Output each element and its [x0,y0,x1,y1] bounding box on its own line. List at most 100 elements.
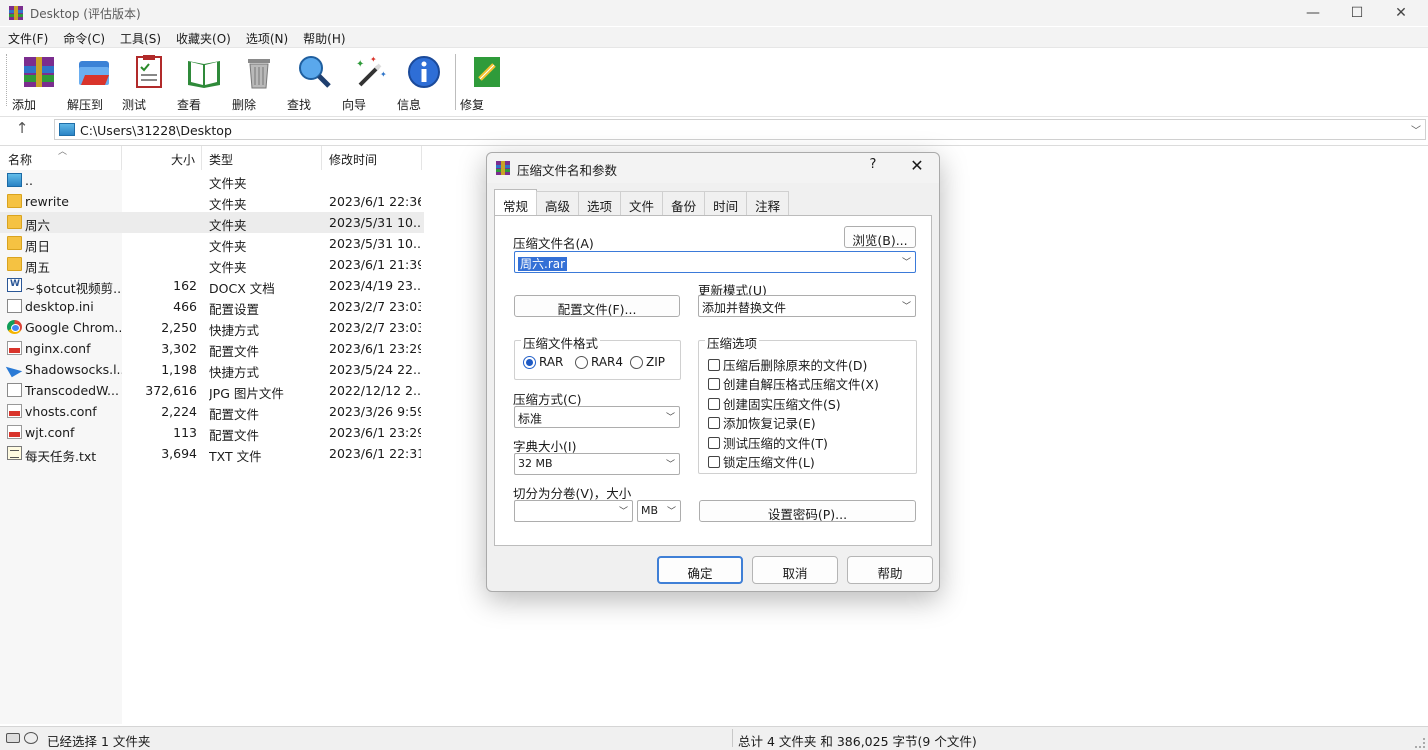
file-name: rewrite [25,194,69,209]
dictionary-size-select[interactable]: 32 MB ﹀ [514,453,680,475]
column-header-modified[interactable]: 修改时间 [322,146,422,170]
help-icon[interactable]: ? [863,157,883,179]
resize-grip[interactable] [1415,738,1425,748]
chevron-down-icon[interactable]: ﹀ [666,457,675,470]
tab-time[interactable]: 时间 [704,191,748,215]
file-row[interactable]: 周日 文件夹 2023/5/31 10... [0,233,424,254]
update-mode-select[interactable]: 添加并替换文件 ﹀ [698,295,916,317]
recovery-record-checkbox[interactable]: 添加恢复记录(E) [708,413,816,432]
sfx-checkbox[interactable]: 创建自解压格式压缩文件(X) [708,374,879,393]
chevron-down-icon[interactable]: ﹀ [666,410,675,423]
format-rar-label: RAR [539,355,564,369]
find-button[interactable]: 查找 [287,53,341,113]
lock-archive-checkbox[interactable]: 锁定压缩文件(L) [708,452,815,471]
file-row[interactable]: vhosts.conf 2,224 配置文件 2023/3/26 9:59 [0,401,424,422]
help-button[interactable]: 帮助 [847,556,933,584]
txt-file-icon [7,446,22,460]
file-modified: 2023/6/1 22:31 [329,446,421,461]
tab-options[interactable]: 选项 [578,191,622,215]
cancel-button[interactable]: 取消 [752,556,838,584]
column-header-type[interactable]: 类型 [202,146,322,170]
chevron-down-icon[interactable]: ﹀ [619,504,628,517]
compression-method-select[interactable]: 标准 ﹀ [514,406,680,428]
trash-icon [248,59,270,89]
close-button[interactable]: ✕ [1378,0,1424,26]
wizard-button[interactable]: ✦ ✦ ✦ 向导 [342,53,396,113]
dialog-close-icon[interactable]: ✕ [905,156,929,178]
drive-icon[interactable] [6,733,20,743]
tab-backup[interactable]: 备份 [662,191,706,215]
test-files-label: 测试压缩的文件(T) [723,436,828,451]
file-row[interactable]: 每天任务.txt 3,694 TXT 文件 2023/6/1 22:31 [0,443,424,464]
status-bar: 已经选择 1 文件夹 总计 4 文件夹 和 386,025 字节(9 个文件) [0,726,1428,750]
key-icon[interactable] [24,732,38,744]
ok-button[interactable]: 确定 [657,556,743,584]
file-modified: 2023/6/1 23:29 [329,425,421,440]
file-row[interactable]: wjt.conf 113 配置文件 2023/6/1 23:29 [0,422,424,443]
file-modified: 2023/6/1 23:29 [329,341,421,356]
chevron-down-icon[interactable]: ﹀ [902,255,911,268]
file-row[interactable]: TranscodedW... 372,616 JPG 图片文件 2022/12/… [0,380,424,401]
column-header-name[interactable]: 名称 ︿ [0,146,122,170]
file-type: TXT 文件 [209,449,262,464]
column-header-size[interactable]: 大小 [122,146,202,170]
file-modified: 2023/5/31 10... [329,215,421,230]
format-rar4-radio[interactable]: RAR4 [575,355,623,369]
browse-button[interactable]: 浏览(B)... [844,226,916,248]
extract-to-button[interactable]: 解压到 [67,53,121,113]
add-button[interactable]: 添加 [12,53,66,113]
split-size-input[interactable]: ﹀ [514,500,633,522]
file-name: 周六 [25,218,51,233]
chevron-down-icon[interactable]: ﹀ [1411,122,1421,137]
menu-options[interactable]: 选项(N) [238,27,295,47]
minimize-button[interactable]: — [1290,0,1336,26]
test-button[interactable]: 测试 [122,53,176,113]
set-password-button[interactable]: 设置密码(P)... [699,500,916,522]
menu-help[interactable]: 帮助(H) [295,27,352,47]
tab-general[interactable]: 常规 [494,189,538,215]
tab-comment[interactable]: 注释 [746,191,790,215]
toolbar: 添加 解压到 测试 查看 删除 查找 ✦ ✦ ✦ 向导 信息 修复 [0,47,1428,115]
archive-name-input[interactable]: 周六.rar ﹀ [514,251,916,273]
test-files-checkbox[interactable]: 测试压缩的文件(T) [708,433,828,452]
file-row[interactable]: .. 文件夹 [0,170,424,191]
svg-text:✦: ✦ [370,55,377,64]
repair-button[interactable]: 修复 [460,53,514,113]
archive-format-label: 压缩文件格式 [521,333,601,352]
menu-commands[interactable]: 命令(C) [55,27,112,47]
file-row[interactable]: rewrite 文件夹 2023/6/1 22:36 [0,191,424,212]
menu-tools[interactable]: 工具(S) [112,27,168,47]
toolbar-grip[interactable] [6,54,9,106]
file-row[interactable]: 周五 文件夹 2023/6/1 21:39 [0,254,424,275]
menu-favorites[interactable]: 收藏夹(O) [168,27,238,47]
tab-files[interactable]: 文件 [620,191,664,215]
format-zip-radio[interactable]: ZIP [630,355,665,369]
file-row[interactable]: ~$otcut视频剪... 162 DOCX 文档 2023/4/19 23..… [0,275,424,296]
file-row-selected[interactable]: 周六 文件夹 2023/5/31 10... [0,212,424,233]
format-rar-radio[interactable]: RAR [523,355,563,369]
path-combobox[interactable]: C:\Users\31228\Desktop ﹀ [54,119,1426,140]
find-label: 查找 [287,98,312,112]
file-row[interactable]: Google Chrom... 2,250 快捷方式 2023/2/7 23:0… [0,317,424,338]
solid-checkbox[interactable]: 创建固实压缩文件(S) [708,394,841,413]
file-row[interactable]: Shadowsocks.l... 1,198 快捷方式 2023/5/24 22… [0,359,424,380]
info-button[interactable]: 信息 [397,53,451,113]
maximize-button[interactable]: ☐ [1334,0,1380,26]
folder-icon [7,215,22,229]
view-button[interactable]: 查看 [177,53,231,113]
menu-file[interactable]: 文件(F) [0,27,55,47]
tab-advanced[interactable]: 高级 [536,191,580,215]
profiles-button[interactable]: 配置文件(F)... [514,295,680,317]
recovery-record-label: 添加恢复记录(E) [723,416,816,431]
delete-button[interactable]: 删除 [232,53,286,113]
chevron-down-icon[interactable]: ﹀ [902,299,911,312]
status-divider [732,729,733,747]
file-row[interactable]: nginx.conf 3,302 配置文件 2023/6/1 23:29 [0,338,424,359]
file-row[interactable]: desktop.ini 466 配置设置 2023/2/7 23:03 [0,296,424,317]
up-arrow-icon[interactable]: ↑ [10,119,34,139]
split-unit-select[interactable]: MB ﹀ [637,500,681,522]
file-type: 配置文件 [209,344,260,359]
winrar-app-icon [9,6,23,20]
chevron-down-icon[interactable]: ﹀ [667,504,676,517]
delete-after-checkbox[interactable]: 压缩后删除原来的文件(D) [708,355,867,374]
